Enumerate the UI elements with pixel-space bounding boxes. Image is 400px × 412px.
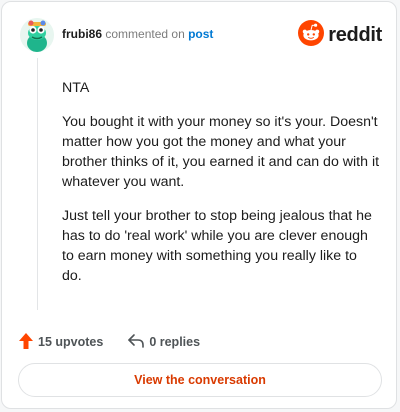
upvote-count: 15 upvotes bbox=[38, 335, 104, 349]
reddit-logo[interactable]: reddit bbox=[298, 20, 382, 51]
comment-paragraph: Just tell your brother to stop being jea… bbox=[62, 208, 372, 284]
reddit-wordmark: reddit bbox=[328, 24, 382, 46]
view-conversation-button[interactable]: View the conversation bbox=[18, 363, 382, 397]
reply-count: 0 replies bbox=[149, 335, 201, 349]
action-text: commented on bbox=[105, 27, 185, 41]
reply-button[interactable]: 0 replies bbox=[127, 333, 200, 352]
comment-body: NTA You bought it with your money so it'… bbox=[62, 78, 380, 300]
comment-actions: 15 upvotes 0 replies bbox=[18, 332, 200, 352]
reddit-logo-icon bbox=[298, 20, 325, 51]
comment-card: frubi86 commented on post reddit NTA You… bbox=[1, 1, 397, 409]
username-link[interactable]: frubi86 bbox=[62, 27, 102, 41]
comment-meta: frubi86 commented on post bbox=[62, 27, 213, 41]
comment-header: frubi86 commented on post reddit bbox=[20, 18, 382, 54]
comment-paragraph: You bought it with your money so it's yo… bbox=[62, 114, 380, 190]
post-link[interactable]: post bbox=[188, 27, 213, 41]
comment-paragraph: NTA bbox=[62, 80, 90, 96]
upvote-arrow-icon bbox=[18, 332, 34, 353]
thread-line bbox=[37, 58, 38, 310]
upvote-button[interactable]: 15 upvotes bbox=[18, 332, 103, 353]
reply-icon bbox=[127, 333, 145, 352]
avatar[interactable] bbox=[20, 18, 54, 52]
